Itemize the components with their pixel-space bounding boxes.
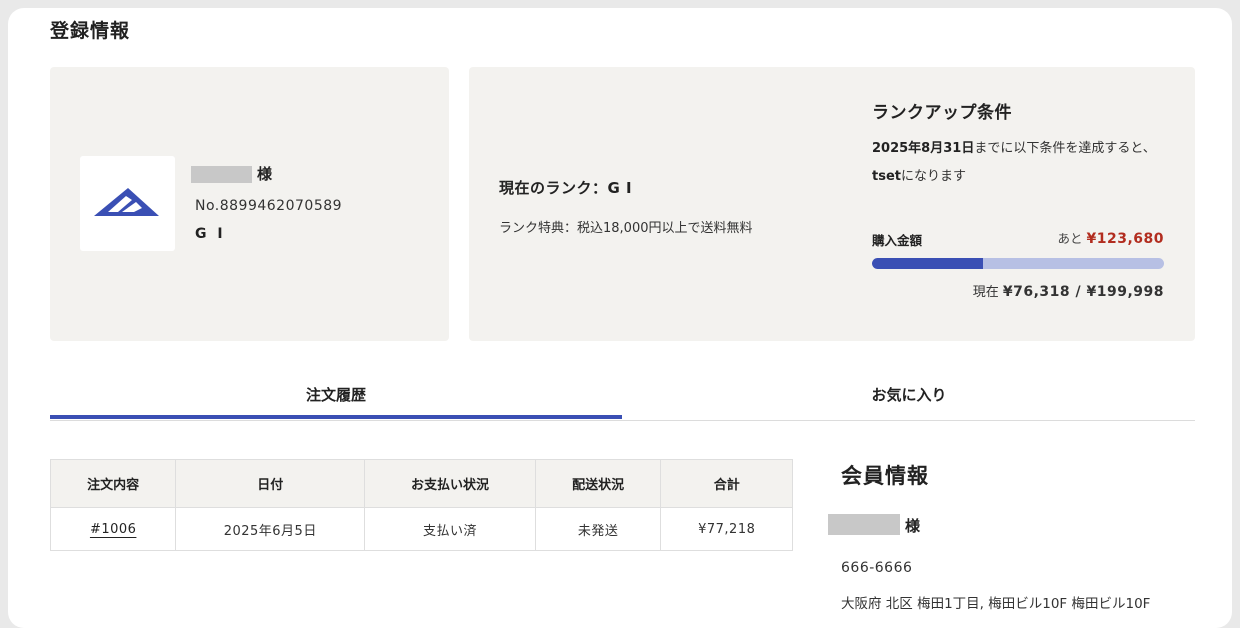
avatar [80, 156, 175, 251]
table-header-row: 注文内容 日付 お支払い状況 配送状況 合計 [49, 459, 793, 508]
page-title: 登録情報 [50, 20, 131, 42]
remaining-amount: あと ¥123,680 [1057, 228, 1164, 247]
column-header-date: 日付 [175, 459, 366, 508]
current-amount: 現在 ¥76,318 / ¥199,998 [973, 281, 1164, 300]
profile-card: 様 No.8899462070589 G I [50, 67, 449, 341]
member-zip: 666-6666 [841, 560, 913, 576]
rankup-deadline: 2025年8月31日 [872, 141, 975, 156]
column-header-total: 合計 [660, 459, 793, 508]
order-cell: #1006 [49, 507, 177, 551]
member-rank: G I [195, 226, 226, 242]
member-name-redacted [828, 514, 900, 535]
brand-logo-icon [94, 188, 159, 216]
tab-favorites[interactable]: お気に入り [623, 380, 1195, 418]
rankup-title: ランクアップ条件 [872, 103, 1012, 123]
column-header-shipping: 配送状況 [534, 459, 662, 508]
payment-status: 支払い済 [364, 507, 536, 551]
page-frame: 登録情報 様 No.8899462070589 G I 現在のランク：G I ラ… [8, 8, 1232, 628]
shipping-status: 未発送 [534, 507, 662, 551]
rank-progress-fill [872, 258, 984, 269]
purchase-amount-row: 購入金額 あと ¥123,680 [872, 228, 1164, 248]
order-total: ¥77,218 [660, 507, 793, 551]
rankup-section: ランクアップ条件 2025年8月31日までに以下条件を達成すると、 tsetにな… [872, 67, 1164, 341]
current-rank: 現在のランク：G I [499, 179, 633, 197]
user-name-redacted [191, 166, 252, 183]
order-link[interactable]: #1006 [90, 522, 136, 537]
order-history-table: 注文内容 日付 お支払い状況 配送状況 合計 #1006 2025年6月5日 支… [49, 459, 793, 551]
member-info-title: 会員情報 [841, 464, 929, 488]
rankup-description: 2025年8月31日までに以下条件を達成すると、 tsetになります [872, 135, 1164, 191]
member-honorific: 様 [905, 517, 921, 535]
order-date: 2025年6月5日 [175, 507, 366, 551]
user-honorific: 様 [257, 165, 273, 183]
current-prefix: 現在 [972, 285, 999, 300]
tab-order-history[interactable]: 注文履歴 [50, 380, 622, 419]
rankup-target-name: tset [872, 169, 901, 184]
column-header-order: 注文内容 [49, 459, 177, 508]
remaining-amount-value: ¥123,680 [1086, 231, 1164, 247]
table-row: #1006 2025年6月5日 支払い済 未発送 ¥77,218 [49, 507, 793, 551]
rankup-target-suffix: になります [900, 169, 966, 184]
rankup-condition-text: までに以下条件を達成すると、 [974, 141, 1156, 156]
rank-benefit: ランク特典：税込18,000円以上で送料無料 [499, 221, 753, 236]
member-number: No.8899462070589 [195, 198, 343, 214]
current-amount-value: ¥76,318 / ¥199,998 [1002, 284, 1164, 300]
remaining-prefix: あと [1057, 231, 1083, 246]
purchase-amount-label: 購入金額 [872, 233, 923, 248]
member-address: 大阪府 北区 梅田1丁目, 梅田ビル10F 梅田ビル10F [841, 596, 1151, 612]
rank-progress-bar [872, 258, 1164, 269]
tab-bar: 注文履歴 お気に入り [50, 380, 1195, 421]
rank-card: 現在のランク：G I ランク特典：税込18,000円以上で送料無料 ランクアップ… [469, 67, 1195, 341]
column-header-payment: お支払い状況 [364, 459, 536, 508]
